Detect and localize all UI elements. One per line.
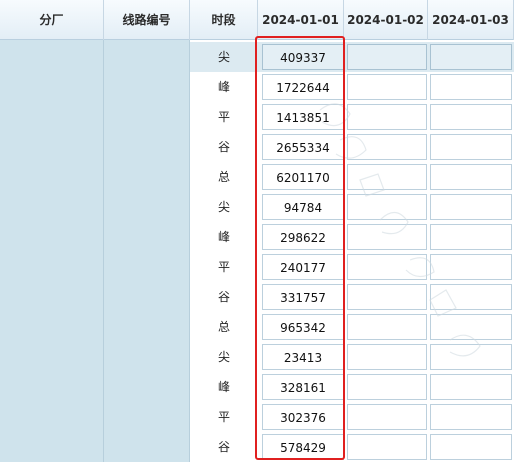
value-cell-date-2[interactable] bbox=[347, 314, 427, 340]
value-cell-date-1[interactable]: 331757 bbox=[262, 284, 344, 310]
value-cell-date-3[interactable] bbox=[430, 44, 512, 70]
period-cell: 总 bbox=[217, 320, 230, 334]
data-grid: 分厂 线路编号 时段 2024-01-01 2024-01-02 2024-01… bbox=[0, 0, 514, 462]
value-cell-date-1[interactable]: 94784 bbox=[262, 194, 344, 220]
value-cell-date-2[interactable] bbox=[347, 374, 427, 400]
table-row[interactable]: 峰 328161 bbox=[190, 372, 514, 402]
value-cell-date-3[interactable] bbox=[430, 104, 512, 130]
value-cell-date-3[interactable] bbox=[430, 164, 512, 190]
value-cell-date-3[interactable] bbox=[430, 404, 512, 430]
value-cell-date-3[interactable] bbox=[430, 134, 512, 160]
value-cell-date-2[interactable] bbox=[347, 194, 427, 220]
grid-header: 分厂 线路编号 时段 2024-01-01 2024-01-02 2024-01… bbox=[0, 0, 514, 40]
table-row[interactable]: 平 1413851 bbox=[190, 102, 514, 132]
value-cell-date-3[interactable] bbox=[430, 344, 512, 370]
value-cell-date-2[interactable] bbox=[347, 404, 427, 430]
period-cell: 尖 bbox=[217, 350, 230, 364]
value-cell-date-1[interactable]: 1413851 bbox=[262, 104, 344, 130]
value-cell-date-2[interactable] bbox=[347, 164, 427, 190]
value-cell-date-1[interactable]: 965342 bbox=[262, 314, 344, 340]
period-cell: 谷 bbox=[217, 440, 230, 454]
column-header-date-3[interactable]: 2024-01-03 bbox=[428, 0, 514, 40]
value-cell-date-1[interactable]: 6201170 bbox=[262, 164, 344, 190]
value-cell-date-3[interactable] bbox=[430, 74, 512, 100]
table-row[interactable]: 尖 409337 bbox=[190, 42, 514, 72]
column-header-date-2[interactable]: 2024-01-02 bbox=[344, 0, 428, 40]
table-row[interactable]: 峰 1722644 bbox=[190, 72, 514, 102]
period-cell: 峰 bbox=[217, 80, 230, 94]
table-row[interactable]: 总 6201170 bbox=[190, 162, 514, 192]
branch-column bbox=[0, 40, 104, 462]
value-cell-date-3[interactable] bbox=[430, 224, 512, 250]
value-cell-date-1[interactable]: 1722644 bbox=[262, 74, 344, 100]
table-row[interactable]: 峰 298622 bbox=[190, 222, 514, 252]
period-cell: 谷 bbox=[217, 290, 230, 304]
value-cell-date-3[interactable] bbox=[430, 434, 512, 460]
value-cell-date-1[interactable]: 302376 bbox=[262, 404, 344, 430]
value-cell-date-3[interactable] bbox=[430, 374, 512, 400]
table-row[interactable]: 谷 578429 bbox=[190, 432, 514, 462]
value-cell-date-1[interactable]: 578429 bbox=[262, 434, 344, 460]
table-row[interactable]: 尖 23413 bbox=[190, 342, 514, 372]
value-cell-date-2[interactable] bbox=[347, 254, 427, 280]
period-cell: 平 bbox=[217, 260, 230, 274]
period-cell: 总 bbox=[217, 170, 230, 184]
value-cell-date-3[interactable] bbox=[430, 194, 512, 220]
period-cell: 平 bbox=[217, 110, 230, 124]
table-row[interactable]: 总 965342 bbox=[190, 312, 514, 342]
value-cell-date-1[interactable]: 23413 bbox=[262, 344, 344, 370]
period-cell: 尖 bbox=[217, 50, 230, 64]
value-cell-date-2[interactable] bbox=[347, 44, 427, 70]
table-row[interactable]: 谷 2655334 bbox=[190, 132, 514, 162]
column-header-period[interactable]: 时段 bbox=[190, 0, 258, 40]
table-row[interactable]: 谷 331757 bbox=[190, 282, 514, 312]
period-cell: 峰 bbox=[217, 230, 230, 244]
value-cell-date-2[interactable] bbox=[347, 74, 427, 100]
column-header-branch[interactable]: 分厂 bbox=[0, 0, 104, 40]
period-cell: 峰 bbox=[217, 380, 230, 394]
value-cell-date-2[interactable] bbox=[347, 224, 427, 250]
value-cell-date-1[interactable]: 328161 bbox=[262, 374, 344, 400]
value-cell-date-1[interactable]: 298622 bbox=[262, 224, 344, 250]
value-cell-date-1[interactable]: 409337 bbox=[262, 44, 344, 70]
value-cell-date-3[interactable] bbox=[430, 314, 512, 340]
table-row[interactable]: 平 240177 bbox=[190, 252, 514, 282]
table-row[interactable]: 平 302376 bbox=[190, 402, 514, 432]
value-cell-date-2[interactable] bbox=[347, 134, 427, 160]
value-cell-date-2[interactable] bbox=[347, 344, 427, 370]
period-cell: 谷 bbox=[217, 140, 230, 154]
period-cell: 尖 bbox=[217, 200, 230, 214]
value-cell-date-2[interactable] bbox=[347, 104, 427, 130]
value-cell-date-1[interactable]: 240177 bbox=[262, 254, 344, 280]
value-cell-date-3[interactable] bbox=[430, 254, 512, 280]
table-row[interactable]: 尖 94784 bbox=[190, 192, 514, 222]
period-cell: 平 bbox=[217, 410, 230, 424]
line-id-column bbox=[104, 40, 190, 462]
value-cell-date-2[interactable] bbox=[347, 284, 427, 310]
column-header-line-id[interactable]: 线路编号 bbox=[104, 0, 190, 40]
value-cell-date-3[interactable] bbox=[430, 284, 512, 310]
value-cell-date-1[interactable]: 2655334 bbox=[262, 134, 344, 160]
column-header-date-1[interactable]: 2024-01-01 bbox=[258, 0, 344, 40]
value-cell-date-2[interactable] bbox=[347, 434, 427, 460]
